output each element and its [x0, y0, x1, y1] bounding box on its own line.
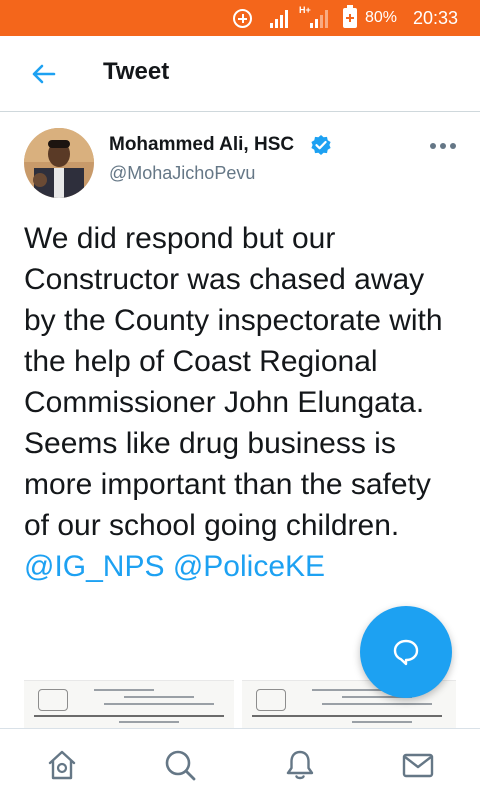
- data-saver-icon: [233, 9, 252, 28]
- home-icon: [48, 750, 76, 780]
- verified-badge-icon: [311, 135, 331, 155]
- page-title: Tweet: [103, 58, 170, 85]
- battery-percent: 80%: [365, 9, 398, 26]
- mention-link[interactable]: @PoliceKE: [173, 550, 325, 583]
- tweet-image-1[interactable]: [24, 680, 234, 728]
- mention-link[interactable]: @IG_NPS: [24, 550, 165, 583]
- author-handle[interactable]: @MohaJichoPevu: [109, 163, 255, 184]
- top-app-bar: Tweet: [0, 36, 480, 112]
- avatar-image: [24, 128, 94, 198]
- signal-strength-2-icon: [310, 10, 332, 28]
- mail-icon: [402, 753, 434, 778]
- more-dots-icon: [430, 143, 436, 149]
- reply-bubble-icon: [393, 639, 419, 666]
- status-bar: H+ 80% 20:33: [0, 0, 480, 36]
- status-clock: 20:33: [413, 8, 459, 28]
- nav-messages[interactable]: [400, 747, 436, 783]
- more-options-button[interactable]: [430, 140, 458, 152]
- author-name[interactable]: Mohammed Ali, HSC: [109, 134, 294, 156]
- reply-fab-button[interactable]: [360, 606, 452, 698]
- network-type-label: H+: [299, 5, 311, 15]
- search-icon: [165, 750, 196, 781]
- avatar[interactable]: [24, 128, 94, 198]
- battery-charging-icon: [343, 5, 357, 28]
- tweet-text: We did respond but our Constructor was c…: [24, 222, 443, 542]
- nav-notifications[interactable]: [282, 747, 318, 783]
- bell-icon: [286, 750, 314, 780]
- tweet-body: We did respond but our Constructor was c…: [24, 218, 464, 587]
- bottom-navigation: [0, 728, 480, 800]
- nav-search[interactable]: [162, 747, 198, 783]
- signal-strength-icon: [270, 10, 292, 28]
- back-button[interactable]: [24, 58, 60, 90]
- arrow-left-icon: [32, 64, 56, 84]
- nav-home[interactable]: [44, 747, 80, 783]
